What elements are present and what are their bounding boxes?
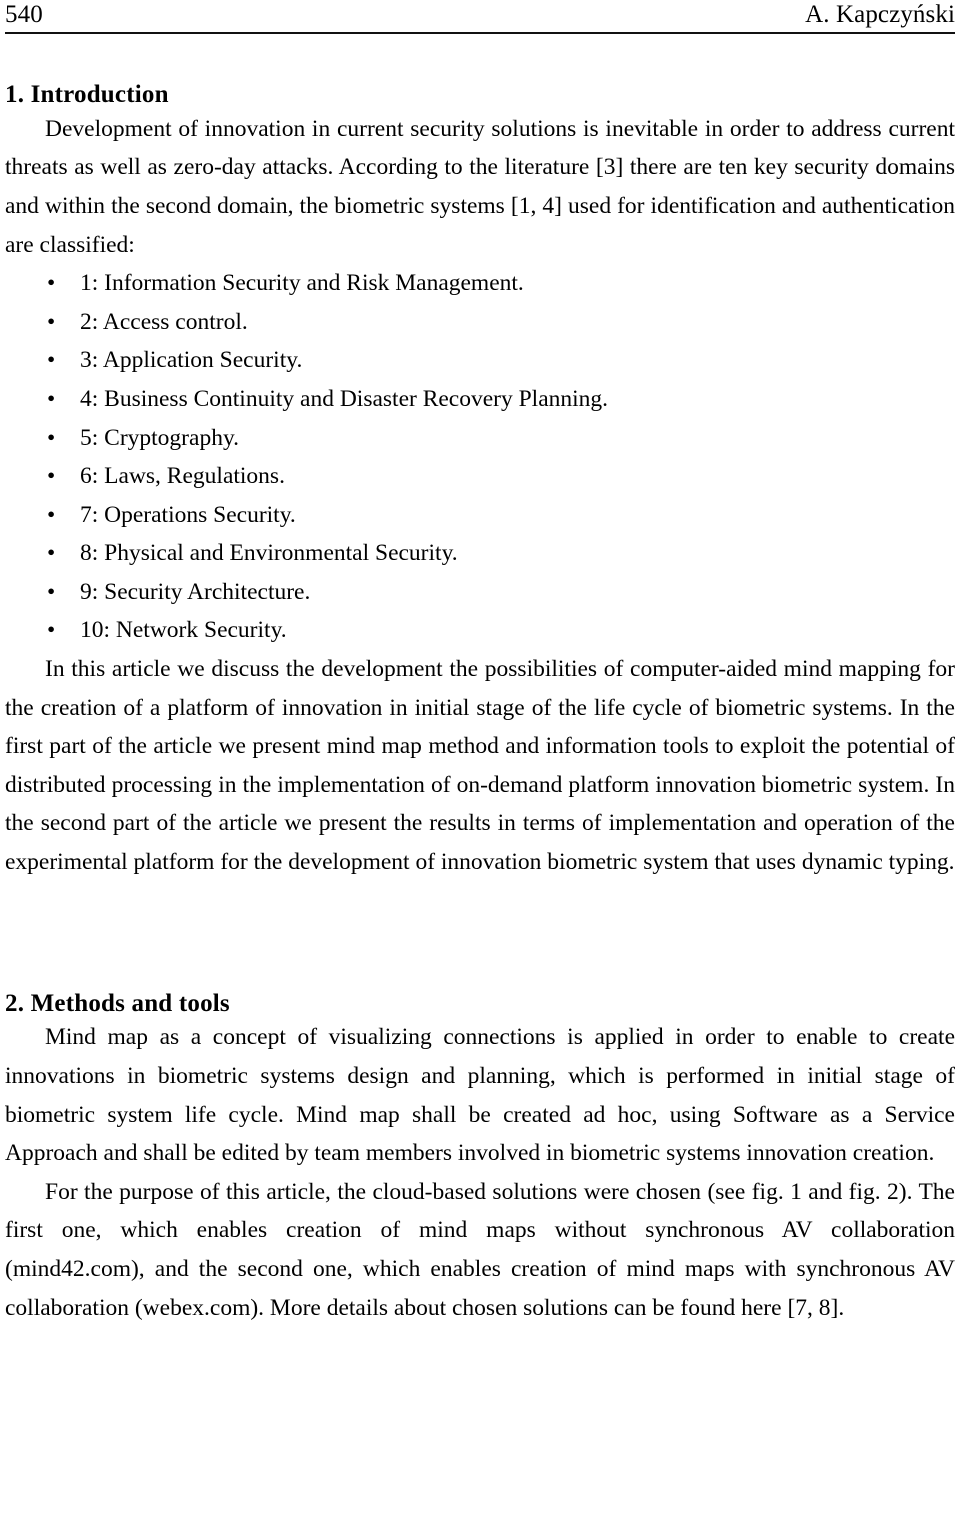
list-item: • 1: Information Security and Risk Manage… [5, 264, 955, 303]
list-item-label: 8: Physical and Environmental Security. [80, 540, 458, 567]
section-heading-methods-and-tools: 2. Methods and tools [5, 989, 230, 1017]
list-item-label: 3: Application Security. [80, 347, 303, 374]
paragraph-article-overview: In this article we discuss the developme… [5, 656, 955, 876]
section-methods-and-tools: 2. Methods and tools Mind map as a conce… [5, 990, 955, 1328]
list-item: • 9: Security Architecture. [5, 573, 955, 612]
list-item-label: 6: Laws, Regulations. [80, 463, 285, 490]
bullet-icon: • [47, 540, 56, 567]
document-page: 540 A. Kapczyński 1. Introduction Develo… [0, 0, 960, 1529]
list-item-label: 1: Information Security and Risk Managem… [80, 270, 524, 297]
page-number: 540 [5, 1, 43, 28]
running-head-author: A. Kapczyński [805, 1, 955, 28]
list-item: • 6: Laws, Regulations. [5, 457, 955, 496]
bullet-icon: • [47, 308, 56, 335]
security-domains-list: • 1: Information Security and Risk Manage… [5, 264, 955, 650]
bullet-icon: • [47, 463, 56, 490]
section-introduction: 1. Introduction Development of innovatio… [5, 81, 955, 882]
list-item-label: 7: Operations Security. [80, 501, 296, 528]
bullet-icon: • [47, 501, 56, 528]
list-item: • 10: Network Security. [5, 611, 955, 650]
bullet-icon: • [47, 424, 56, 451]
list-item-label: 10: Network Security. [80, 617, 287, 644]
list-item: • 5: Cryptography. [5, 419, 955, 458]
list-item: • 2: Access control. [5, 303, 955, 342]
list-item-label: 5: Cryptography. [80, 424, 240, 451]
header-rule [5, 32, 955, 34]
paragraph-cloud-solutions: For the purpose of this article, the clo… [5, 1178, 955, 1321]
running-head: 540 A. Kapczyński [5, 0, 955, 27]
bullet-icon: • [47, 385, 56, 412]
list-item-label: 9: Security Architecture. [80, 578, 311, 605]
paragraph-intro: Development of innovation in current sec… [5, 115, 955, 258]
bullet-icon: • [47, 347, 56, 374]
section-heading-introduction: 1. Introduction [5, 81, 169, 108]
list-item: • 7: Operations Security. [5, 496, 955, 535]
paragraph-mind-map-concept: Mind map as a concept of visualizing con… [5, 1024, 955, 1167]
list-item-label: 2: Access control. [80, 308, 248, 335]
list-item: • 4: Business Continuity and Disaster Rec… [5, 380, 955, 419]
bullet-icon: • [47, 270, 56, 297]
list-item: • 8: Physical and Environmental Security. [5, 534, 955, 573]
list-item: • 3: Application Security. [5, 341, 955, 380]
list-item-label: 4: Business Continuity and Disaster Reco… [80, 385, 609, 412]
bullet-icon: • [47, 578, 56, 605]
bullet-icon: • [47, 617, 56, 644]
